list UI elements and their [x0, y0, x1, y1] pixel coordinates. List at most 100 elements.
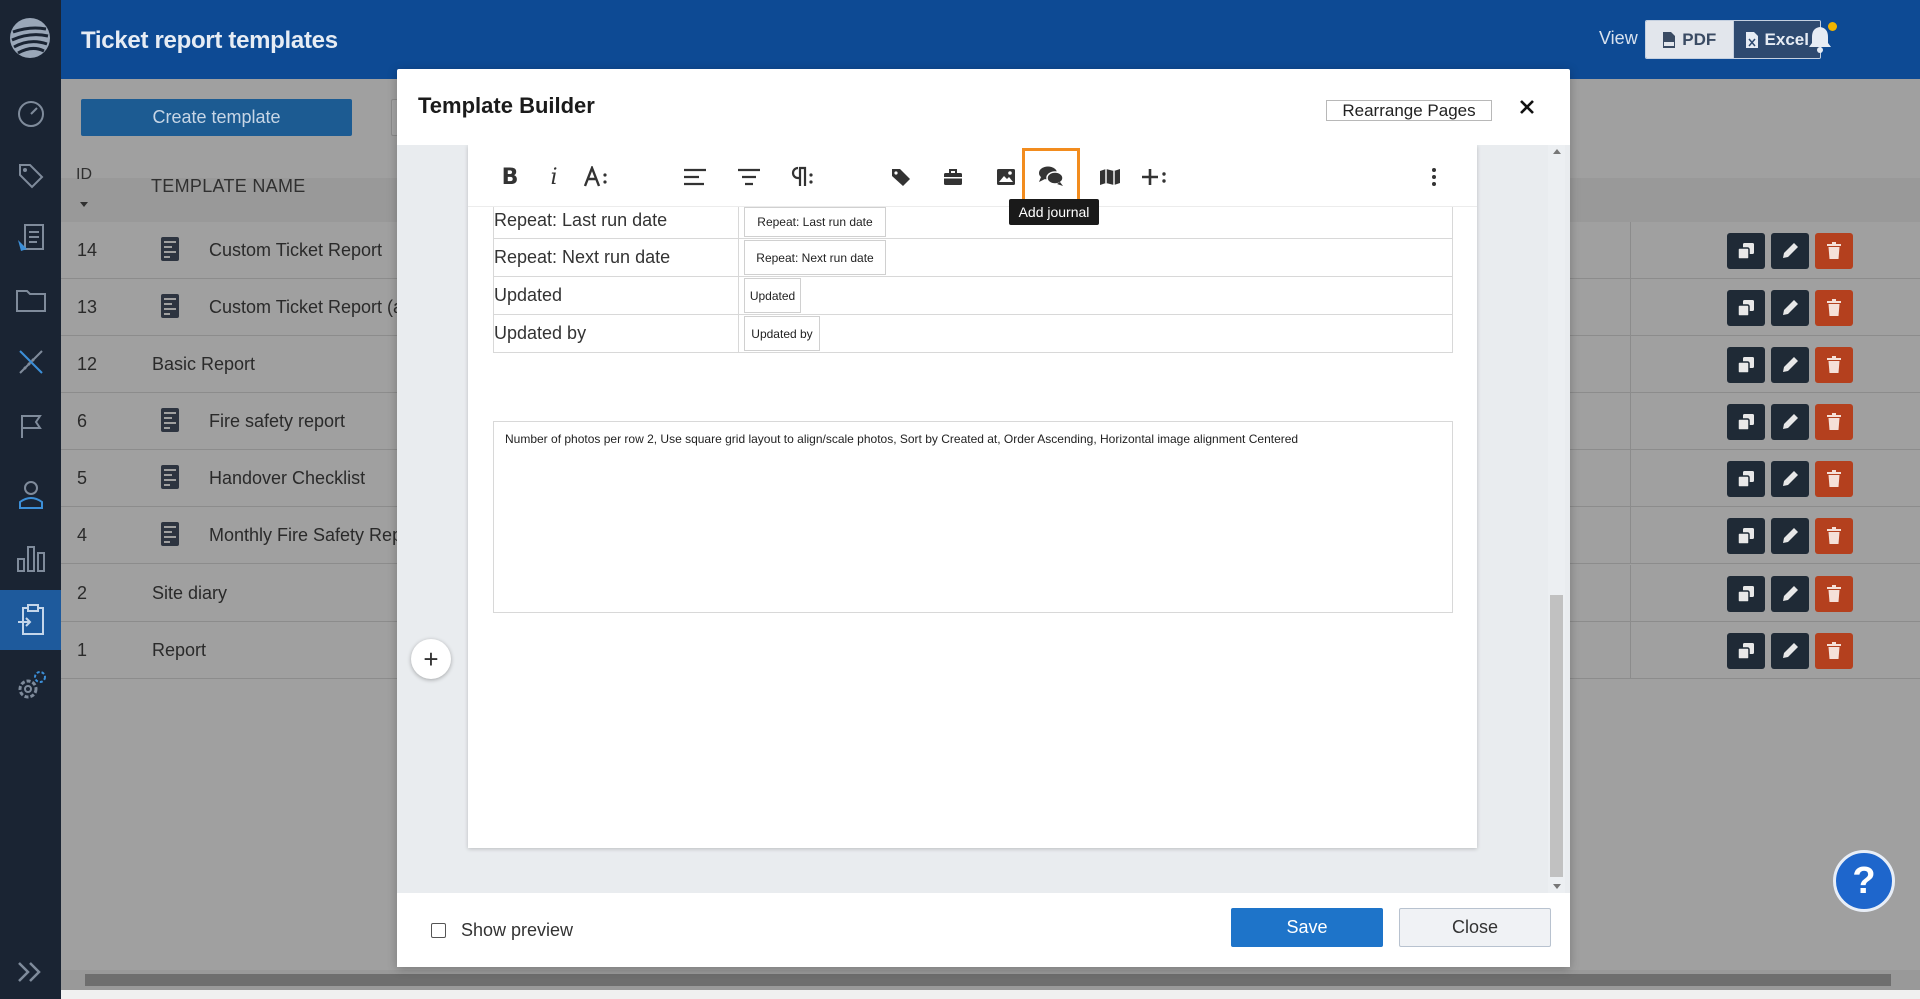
edit-button[interactable] — [1771, 404, 1809, 440]
duplicate-button[interactable] — [1727, 461, 1765, 497]
edit-button[interactable] — [1771, 347, 1809, 383]
trash-icon — [1827, 356, 1841, 373]
create-template-button[interactable]: Create template — [81, 99, 352, 136]
modal-scrollbar-thumb[interactable] — [1550, 595, 1563, 877]
nav-checklist-icon[interactable] — [0, 208, 61, 268]
row-template-name[interactable]: Handover Checklist — [209, 468, 365, 489]
modal-vertical-scrollbar[interactable] — [1548, 145, 1565, 893]
scroll-down-arrow-icon[interactable] — [1553, 884, 1561, 889]
view-toggle-group: PDF Excel — [1645, 20, 1821, 59]
column-header-id[interactable]: ID — [76, 166, 92, 184]
add-journal-button[interactable]: 1 — [1022, 148, 1080, 204]
edit-button[interactable] — [1771, 518, 1809, 554]
modal-body: B i Add journal Repeat: Last run date Re… — [397, 145, 1570, 893]
delete-button[interactable] — [1815, 233, 1853, 269]
nav-folder-icon[interactable] — [0, 270, 61, 330]
field-value-tag[interactable]: Updated by — [744, 316, 820, 351]
row-template-name[interactable]: Report — [152, 640, 206, 661]
row-id: 2 — [77, 583, 88, 603]
close-button[interactable]: Close — [1399, 908, 1551, 947]
edit-button[interactable] — [1771, 633, 1809, 669]
add-section-button[interactable]: + — [411, 639, 451, 679]
duplicate-button[interactable] — [1727, 633, 1765, 669]
duplicate-button[interactable] — [1727, 347, 1765, 383]
delete-button[interactable] — [1815, 518, 1853, 554]
add-tag-button[interactable] — [883, 162, 919, 192]
add-map-button[interactable] — [1092, 162, 1128, 192]
delete-button[interactable] — [1815, 633, 1853, 669]
nav-tags-icon[interactable] — [0, 146, 61, 206]
delete-button[interactable] — [1815, 461, 1853, 497]
scroll-up-arrow-icon[interactable] — [1553, 149, 1561, 154]
tags-icon — [892, 169, 910, 186]
duplicate-button[interactable] — [1727, 233, 1765, 269]
delete-button[interactable] — [1815, 576, 1853, 612]
nav-expand-chevrons-icon[interactable] — [8, 955, 52, 989]
row-id: 13 — [77, 297, 98, 317]
column-header-template-name[interactable]: TEMPLATE NAME — [151, 176, 306, 197]
nav-flag-icon[interactable] — [0, 396, 61, 456]
save-button[interactable]: Save — [1231, 908, 1383, 947]
nav-reports-chart-icon[interactable] — [0, 528, 61, 588]
rearrange-pages-button[interactable]: Rearrange Pages — [1326, 100, 1492, 121]
field-row: Updated by Updated by — [494, 315, 1452, 353]
field-value-tag[interactable]: Repeat: Last run date — [744, 207, 886, 237]
nav-settings-gear-icon[interactable] — [0, 656, 61, 716]
row-template-name[interactable]: Site diary — [152, 583, 227, 604]
duplicate-icon — [1737, 528, 1754, 545]
toolbar-overflow-button[interactable] — [1416, 162, 1452, 192]
row-template-name[interactable]: Custom Ticket Report — [209, 240, 382, 261]
pencil-icon — [1783, 643, 1798, 658]
sort-caret-icon[interactable] — [80, 202, 88, 207]
nav-user-icon[interactable] — [0, 464, 61, 524]
bold-button[interactable]: B — [492, 162, 528, 192]
photos-section[interactable]: Number of photos per row 2, Use square g… — [493, 421, 1453, 613]
delete-button[interactable] — [1815, 347, 1853, 383]
duplicate-icon — [1737, 471, 1754, 488]
duplicate-icon — [1737, 243, 1754, 260]
italic-button[interactable]: i — [536, 162, 572, 192]
duplicate-button[interactable] — [1727, 518, 1765, 554]
row-template-name[interactable]: Custom Ticket Report (al — [209, 297, 407, 318]
field-value-tag[interactable]: Repeat: Next run date — [744, 240, 886, 275]
show-preview-label[interactable]: Show preview — [461, 920, 573, 941]
help-button[interactable]: ? — [1833, 850, 1895, 912]
nav-report-templates-icon[interactable] — [0, 590, 61, 650]
document-icon — [160, 407, 180, 433]
add-image-button[interactable] — [988, 162, 1024, 192]
row-template-name[interactable]: Fire safety report — [209, 411, 345, 432]
row-column-divider — [1566, 622, 1631, 678]
paragraph-button[interactable] — [784, 162, 820, 192]
trash-icon — [1827, 642, 1841, 659]
delete-button[interactable] — [1815, 404, 1853, 440]
align-left-button[interactable] — [677, 162, 713, 192]
edit-button[interactable] — [1771, 576, 1809, 612]
align-center-button[interactable] — [731, 162, 767, 192]
view-pdf-button[interactable]: PDF — [1646, 21, 1733, 58]
show-preview-checkbox[interactable] — [431, 923, 446, 938]
nav-tools-icon[interactable] — [0, 332, 61, 392]
duplicate-button[interactable] — [1727, 576, 1765, 612]
edit-button[interactable] — [1771, 461, 1809, 497]
briefcase-icon — [944, 169, 962, 185]
add-asset-button[interactable] — [935, 162, 971, 192]
pencil-icon — [1783, 471, 1798, 486]
field-value-tag[interactable]: Updated — [744, 278, 801, 313]
row-template-name[interactable]: Monthly Fire Safety Repo — [209, 525, 412, 546]
view-label: View — [1599, 28, 1638, 48]
row-template-name[interactable]: Basic Report — [152, 354, 255, 375]
horizontal-scrollbar-thumb[interactable] — [85, 974, 1891, 986]
edit-button[interactable] — [1771, 233, 1809, 269]
trash-icon — [1827, 585, 1841, 602]
duplicate-button[interactable] — [1727, 290, 1765, 326]
nav-dashboard-icon[interactable] — [0, 84, 61, 144]
delete-button[interactable] — [1815, 290, 1853, 326]
field-column-divider — [738, 277, 739, 314]
app-logo-icon[interactable] — [8, 14, 52, 62]
horizontal-scrollbar[interactable] — [61, 970, 1920, 990]
insert-more-button[interactable] — [1136, 162, 1172, 192]
modal-close-icon[interactable] — [1515, 95, 1539, 119]
duplicate-button[interactable] — [1727, 404, 1765, 440]
edit-button[interactable] — [1771, 290, 1809, 326]
font-size-button[interactable] — [578, 162, 614, 192]
